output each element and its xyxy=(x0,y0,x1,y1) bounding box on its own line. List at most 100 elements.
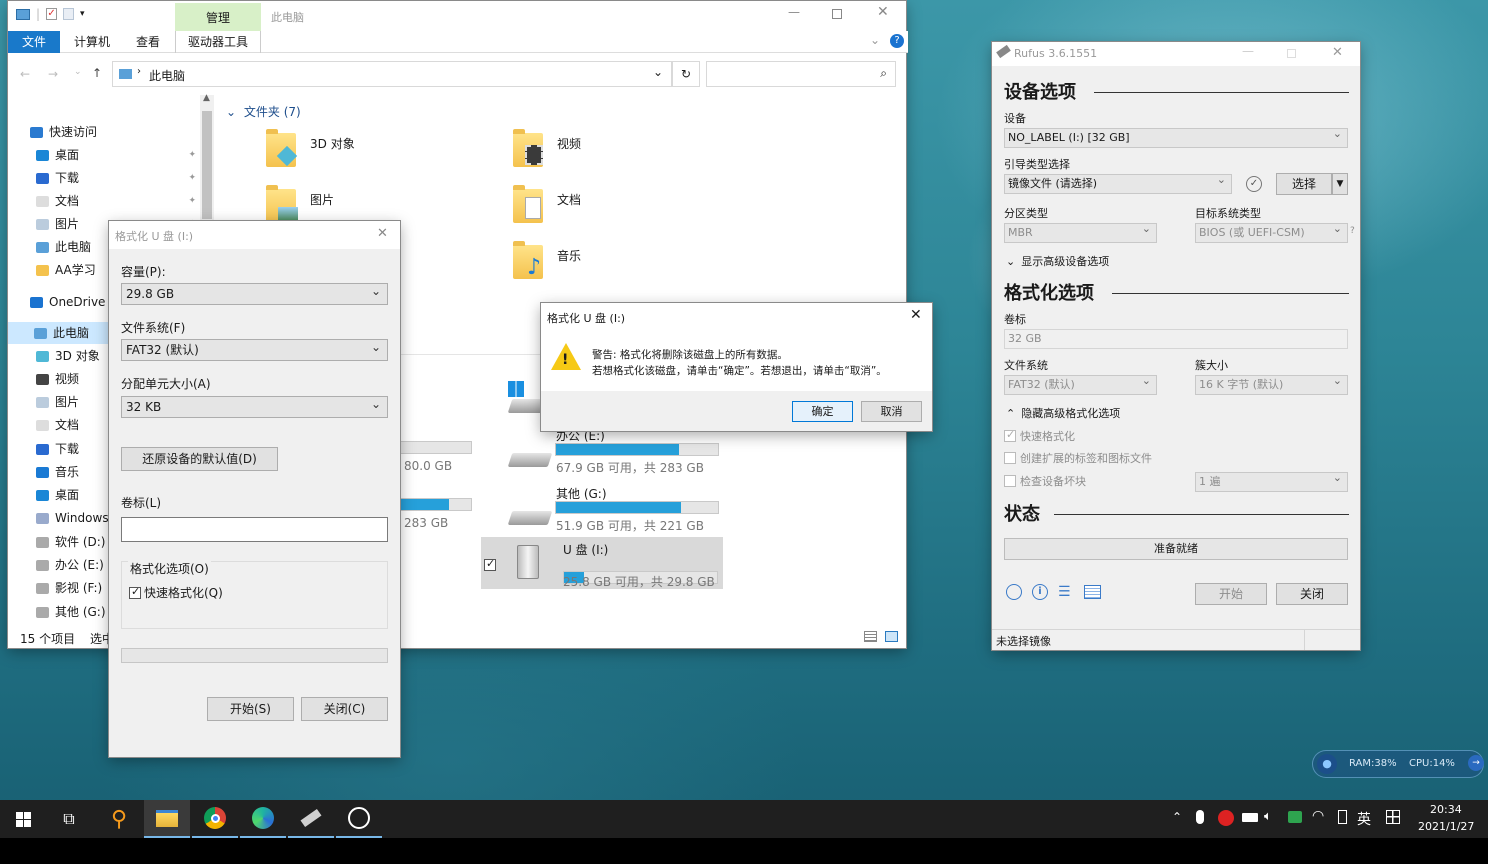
bad-blocks-checkbox[interactable] xyxy=(1004,475,1016,487)
new-folder-icon[interactable] xyxy=(63,8,75,20)
ime-indicator[interactable]: 英 xyxy=(1357,809,1371,829)
customize-toolbar-icon[interactable]: ▾ xyxy=(80,9,85,19)
large-icons-view-icon[interactable] xyxy=(885,631,898,642)
nav-item[interactable]: 文档 ✦ xyxy=(36,190,196,212)
chevron-down-icon[interactable]: ⌄ xyxy=(870,33,880,47)
address-bar[interactable]: › 此电脑 ⌄ xyxy=(112,61,672,87)
cluster-select[interactable]: 16 K 字节 (默认) xyxy=(1195,372,1348,395)
recent-dropdown-icon[interactable]: ⌄ xyxy=(74,67,82,77)
device-select[interactable]: NO_LABEL (I:) [32 GB] xyxy=(1004,125,1348,148)
clock-date[interactable]: 2021/1/27 xyxy=(1418,820,1474,833)
pin-icon[interactable]: ✦ xyxy=(188,167,196,189)
volume-input[interactable] xyxy=(121,517,388,542)
partition-select[interactable]: MBR xyxy=(1004,220,1157,243)
nav-item[interactable]: 下载 ✦ xyxy=(36,167,196,189)
cancel-button[interactable]: 取消 xyxy=(861,401,922,422)
up-button[interactable]: ↑ xyxy=(92,66,102,80)
volume-input[interactable]: 32 GB xyxy=(1004,329,1348,349)
capacity-select[interactable]: 29.8 GB xyxy=(121,281,388,305)
check-hash-icon[interactable]: ✓ xyxy=(1246,176,1262,192)
info-icon[interactable]: i xyxy=(1032,584,1048,600)
folder-item[interactable]: 视频 xyxy=(513,129,713,175)
restore-defaults-button[interactable]: 还原设备的默认值(D) xyxy=(121,447,278,471)
back-button[interactable]: ← xyxy=(20,67,30,81)
hide-advanced-format-toggle[interactable]: ⌃ 隐藏高级格式化选项 xyxy=(1006,405,1120,421)
minimize-button[interactable]: — xyxy=(1242,44,1254,58)
antivirus-icon[interactable] xyxy=(1218,810,1234,826)
folder-item[interactable]: ♪ 音乐 xyxy=(513,241,713,287)
ime-mode-icon[interactable] xyxy=(1386,810,1400,824)
tab-file[interactable]: 文件 xyxy=(8,31,60,53)
close-icon[interactable]: ✕ xyxy=(910,307,922,323)
close-button[interactable]: 关闭 xyxy=(1276,583,1348,605)
quick-format-option[interactable]: 快速格式化(Q) xyxy=(129,584,223,601)
edge-icon[interactable] xyxy=(240,800,286,838)
bad-blocks-option[interactable]: 检查设备坏块 xyxy=(1004,473,1086,489)
start-button[interactable]: 开始 xyxy=(1195,583,1267,605)
drive-tile-partial[interactable]: 80.0 GB xyxy=(398,441,478,477)
settings-icon[interactable]: ☰ xyxy=(1058,584,1071,600)
target-help-icon[interactable]: ? xyxy=(1350,226,1355,236)
details-view-icon[interactable] xyxy=(864,631,877,642)
filesystem-select[interactable]: FAT32 (默认) xyxy=(121,337,388,361)
show-advanced-device-toggle[interactable]: ⌄ 显示高级设备选项 xyxy=(1006,253,1109,269)
nav-item[interactable]: 桌面 ✦ xyxy=(36,144,196,166)
forward-button[interactable]: → xyxy=(48,67,58,81)
folder-item[interactable]: 3D 对象 xyxy=(266,129,466,175)
maximize-button[interactable] xyxy=(832,9,842,19)
refresh-button[interactable]: ↻ xyxy=(672,61,700,87)
extended-label-option[interactable]: 创建扩展的标签和图标文件 xyxy=(1004,450,1152,466)
extended-label-checkbox[interactable] xyxy=(1004,452,1016,464)
tab-computer[interactable]: 计算机 xyxy=(68,31,116,53)
search-icon[interactable]: ⚲ xyxy=(96,800,142,838)
windows-drive-icon[interactable] xyxy=(506,381,553,415)
quick-format-checkbox[interactable] xyxy=(129,585,141,599)
start-button[interactable] xyxy=(0,800,46,838)
drive-tile-partial[interactable]: 283 GB xyxy=(398,498,478,534)
file-explorer-taskbar-icon[interactable] xyxy=(144,800,190,838)
select-button[interactable]: 选择 xyxy=(1276,173,1332,195)
ribbon-manage-tab[interactable]: 管理 xyxy=(175,3,261,31)
tab-view[interactable]: 查看 xyxy=(128,31,168,53)
performance-widget[interactable]: ● RAM:38% CPU:14% → xyxy=(1312,750,1484,778)
pin-icon[interactable]: ✦ xyxy=(188,144,196,166)
drive-tile-g[interactable]: 其他 (G:) 51.9 GB 可用，共 221 GB xyxy=(482,481,722,533)
close-icon[interactable]: ✕ xyxy=(377,226,388,241)
select-dropdown-button[interactable]: ▼ xyxy=(1332,173,1348,195)
quick-format-checkbox[interactable] xyxy=(1004,428,1016,442)
help-icon[interactable]: ? xyxy=(890,34,904,48)
pin-icon[interactable]: ✦ xyxy=(188,190,196,212)
address-dropdown-icon[interactable]: ⌄ xyxy=(653,65,663,79)
quick-format-option[interactable]: 快速格式化 xyxy=(1004,428,1075,444)
close-button[interactable]: 关闭(C) xyxy=(301,697,388,721)
rufus-taskbar-icon[interactable] xyxy=(288,800,334,838)
scroll-thumb[interactable] xyxy=(202,111,212,219)
maximize-button[interactable] xyxy=(1287,49,1296,58)
passes-select[interactable]: 1 遍 xyxy=(1195,469,1348,492)
folders-header[interactable]: ⌄ 文件夹 (7) xyxy=(226,103,301,120)
chrome-icon[interactable] xyxy=(192,800,238,838)
properties-icon[interactable]: ✓ xyxy=(46,8,58,20)
volume-icon[interactable]: 🔈︎ xyxy=(1264,809,1272,824)
task-view-icon[interactable]: ⧉ xyxy=(46,800,92,838)
allocation-select[interactable]: 32 KB xyxy=(121,394,388,418)
search-input[interactable]: ⌕ xyxy=(706,61,896,87)
scroll-up-arrow[interactable]: ▲ xyxy=(203,93,210,103)
wifi-icon[interactable]: ◠ xyxy=(1312,808,1324,824)
battery-icon[interactable] xyxy=(1242,813,1258,822)
tray-chevron-icon[interactable]: ⌃ xyxy=(1172,810,1182,824)
globe-icon[interactable] xyxy=(1006,584,1022,600)
clock-time[interactable]: 20:34 xyxy=(1430,803,1462,816)
log-icon[interactable] xyxy=(1084,585,1101,599)
folder-item[interactable]: 文档 xyxy=(513,185,713,231)
target-select[interactable]: BIOS (或 UEFI-CSM) xyxy=(1195,220,1348,243)
tab-drive-tools[interactable]: 驱动器工具 xyxy=(175,31,261,53)
ok-button[interactable]: 确定 xyxy=(792,401,853,422)
arrow-right-icon[interactable]: → xyxy=(1468,755,1484,771)
filesystem-select[interactable]: FAT32 (默认) xyxy=(1004,372,1157,395)
minimize-button[interactable]: — xyxy=(788,5,800,19)
drive-tile-usb-selected[interactable]: U 盘 (I:) 25.8 GB 可用，共 29.8 GB xyxy=(481,537,723,589)
network-app-icon[interactable] xyxy=(1288,811,1302,823)
obs-icon[interactable] xyxy=(336,800,382,838)
close-button[interactable]: ✕ xyxy=(1332,45,1343,60)
